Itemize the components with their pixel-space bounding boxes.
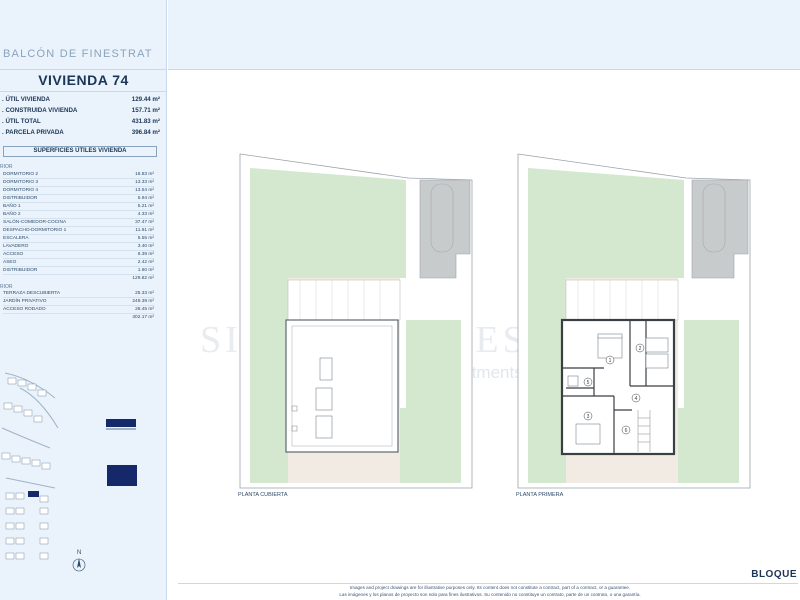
first-floor-plan: 1 2 3 4 5 6 bbox=[517, 153, 751, 489]
area-row-parcela: . PARCELA PRIVADA 396.84 m² bbox=[2, 129, 160, 139]
room-label: BAÑO 2 bbox=[3, 212, 21, 217]
room-label: DESPACHO-DORMITORIO 1 bbox=[3, 228, 67, 233]
room-value: 5.55 m² bbox=[137, 236, 154, 241]
project-header: BALCÓN DE FINESTRAT bbox=[0, 0, 166, 70]
room-value: 11.61 m² bbox=[135, 228, 154, 233]
room-value: 37.47 m² bbox=[135, 220, 154, 225]
divider bbox=[0, 91, 166, 92]
plan-label-primera: PLANTA PRIMERA bbox=[516, 492, 564, 498]
room-label: ACCESO bbox=[3, 252, 24, 257]
exterior-total: 302.17 m² bbox=[132, 315, 154, 320]
room-row: LAVADERO 3.40 m² bbox=[3, 243, 154, 251]
room-row: BAÑO 1 5.21 m² bbox=[3, 203, 154, 211]
room-row: ESCALERA 5.55 m² bbox=[3, 235, 154, 243]
legend-swatch bbox=[107, 465, 137, 486]
room-value: 13.33 m² bbox=[135, 180, 154, 185]
block-label: BLOQUE bbox=[751, 569, 797, 580]
disclaimer-en: Images and project drawings are for illu… bbox=[349, 585, 631, 590]
room-value: 25.33 m² bbox=[135, 291, 154, 296]
plan-label-cubierta: PLANTA CUBIERTA bbox=[238, 492, 288, 498]
area-label: . ÚTIL TOTAL bbox=[2, 118, 41, 125]
north-label: N bbox=[77, 550, 81, 556]
room-row: BAÑO 2 4.33 m² bbox=[3, 211, 154, 219]
room-number: 2 bbox=[639, 346, 642, 352]
room-row: DORMITORIO 4 13.54 m² bbox=[3, 187, 154, 195]
room-label: ESCALERA bbox=[3, 236, 29, 241]
room-value: 5.21 m² bbox=[137, 204, 154, 209]
disclaimer-es: Las imágenes y los planos de proyecto so… bbox=[339, 592, 641, 597]
room-row: ACCESO 6.39 m² bbox=[3, 251, 154, 259]
room-label: DORMITORIO 2 bbox=[3, 172, 39, 177]
room-value: 13.54 m² bbox=[135, 188, 154, 193]
room-label: LAVADERO bbox=[3, 244, 29, 249]
room-label: JARDÍN PRIVATIVO bbox=[3, 299, 47, 304]
room-row: ASEO 2.42 m² bbox=[3, 259, 154, 267]
area-label: . ÚTIL VIVIENDA bbox=[2, 96, 51, 103]
room-value: 4.33 m² bbox=[137, 212, 154, 217]
room-label: DORMITORIO 3 bbox=[3, 180, 39, 185]
room-row: DISTRIBUIDOR 5.94 m² bbox=[3, 195, 154, 203]
room-value: 3.40 m² bbox=[137, 244, 154, 249]
roof bbox=[285, 319, 399, 453]
room-row: JARDÍN PRIVATIVO 248.39 m² bbox=[3, 298, 154, 306]
interior-section-label: RIOR bbox=[0, 164, 13, 170]
unit-title: VIVIENDA 74 bbox=[38, 72, 129, 88]
divider bbox=[178, 583, 798, 584]
room-label: ACCESO RODADO bbox=[3, 307, 46, 312]
north-arrow-icon: N bbox=[72, 550, 86, 572]
area-row-util-total: . ÚTIL TOTAL 431.83 m² bbox=[2, 118, 160, 128]
room-value: 28.45 m² bbox=[135, 307, 154, 312]
room-row: DESPACHO-DORMITORIO 1 11.61 m² bbox=[3, 227, 154, 235]
room-number: 3 bbox=[587, 414, 590, 420]
area-value: 396.84 m² bbox=[131, 129, 160, 136]
room-value: 2.42 m² bbox=[137, 260, 154, 265]
room-row: ACCESO RODADO 28.45 m² bbox=[3, 306, 154, 314]
room-label: ASEO bbox=[3, 260, 17, 265]
room-label: DISTRIBUIDOR bbox=[3, 196, 38, 201]
room-value: 5.94 m² bbox=[137, 196, 154, 201]
room-value: 18.83 m² bbox=[135, 172, 154, 177]
area-label: . CONSTRUIDA VIVIENDA bbox=[2, 107, 78, 114]
area-row-construida: . CONSTRUIDA VIVIENDA 157.71 m² bbox=[2, 107, 160, 117]
room-number: 1 bbox=[609, 358, 612, 364]
room-label: BAÑO 1 bbox=[3, 204, 21, 209]
room-value: 1.60 m² bbox=[137, 268, 154, 273]
site-plan-map bbox=[0, 368, 60, 578]
area-label: . PARCELA PRIVADA bbox=[2, 129, 64, 136]
room-row: TERRAZA DESCUBIERTA 25.33 m² bbox=[3, 290, 154, 298]
room-label: SALÓN-COMEDOR-COCINA bbox=[3, 220, 67, 225]
room-label: TERRAZA DESCUBIERTA bbox=[3, 291, 61, 296]
area-row-util-vivienda: . ÚTIL VIVIENDA 129.44 m² bbox=[2, 96, 160, 106]
legend-swatch bbox=[106, 419, 136, 430]
surfaces-heading: SUPERFICIES ÚTILES VIVIENDA bbox=[3, 146, 157, 157]
project-name: BALCÓN DE FINESTRAT bbox=[3, 48, 153, 60]
area-value: 431.83 m² bbox=[131, 118, 160, 125]
room-row: SALÓN-COMEDOR-COCINA 37.47 m² bbox=[3, 219, 154, 227]
roof-plan bbox=[239, 153, 473, 489]
garden-area bbox=[678, 320, 739, 483]
room-number: 5 bbox=[587, 380, 590, 386]
room-value: 248.39 m² bbox=[132, 299, 154, 304]
room-row: DISTRIBUIDOR 1.60 m² bbox=[3, 267, 154, 275]
area-value: 157.71 m² bbox=[131, 107, 160, 114]
interior-total: 129.82 m² bbox=[132, 276, 154, 281]
room-number: 6 bbox=[625, 428, 628, 434]
room-label: DISTRIBUIDOR bbox=[3, 268, 38, 273]
top-banner bbox=[168, 0, 800, 70]
garden-area bbox=[400, 320, 461, 483]
room-label: DORMITORIO 4 bbox=[3, 188, 39, 193]
info-panel: BALCÓN DE FINESTRAT VIVIENDA 74 . ÚTIL V… bbox=[0, 0, 167, 600]
room-row: DORMITORIO 2 18.83 m² bbox=[3, 171, 154, 179]
room-value: 6.39 m² bbox=[137, 252, 154, 257]
room-row: DORMITORIO 3 13.33 m² bbox=[3, 179, 154, 187]
area-value: 129.44 m² bbox=[131, 96, 160, 103]
room-number: 4 bbox=[635, 396, 638, 402]
